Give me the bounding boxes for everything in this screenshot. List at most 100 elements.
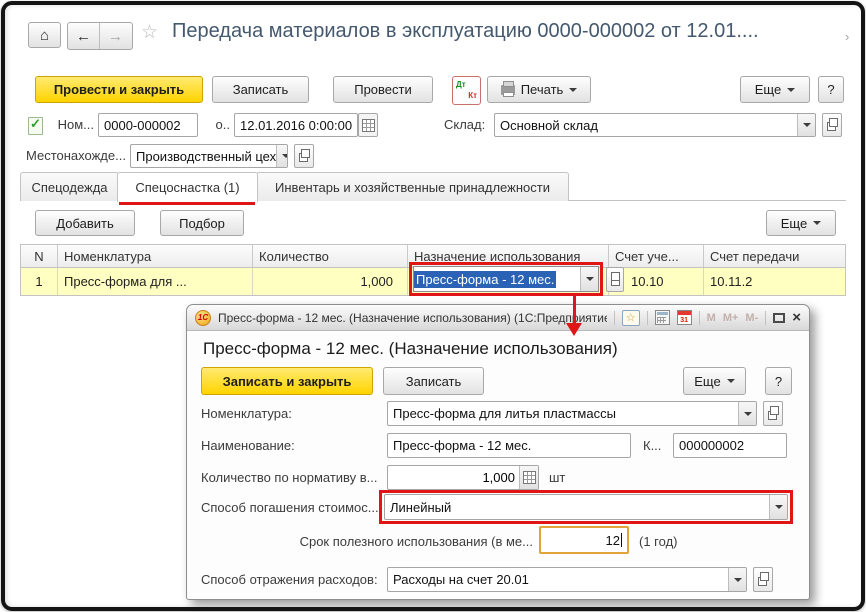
code-input[interactable]: 000000002 — [673, 433, 787, 458]
back-button[interactable]: ← — [68, 23, 99, 49]
annotation-arrow-head — [566, 323, 582, 336]
nomenclature-open-button[interactable] — [763, 401, 783, 426]
tab-spetsosnastka[interactable]: Спецоснастка (1) — [117, 172, 258, 202]
cell-nomenclature[interactable]: Пресс-форма для ... — [58, 268, 253, 295]
history-nav: ← → — [67, 22, 133, 50]
quantity-input[interactable]: 1,000 — [387, 465, 539, 490]
memory-minus-button[interactable]: M- — [745, 312, 758, 324]
chevron-down-icon — [775, 505, 783, 509]
location-open-button[interactable] — [294, 144, 314, 168]
favorites-icon[interactable]: ☆ — [622, 310, 640, 326]
tab-inventar[interactable]: Инвентарь и хозяйственные принадлежности — [256, 172, 569, 201]
help-label: ? — [827, 82, 834, 97]
memory-plus-button[interactable]: M+ — [723, 312, 739, 324]
cell-num[interactable]: 1 — [21, 268, 58, 295]
save-and-close-button[interactable]: Записать и закрыть — [201, 367, 373, 395]
quantity-unit: шт — [549, 465, 565, 490]
dropdown-button[interactable] — [738, 402, 756, 425]
printer-icon — [501, 85, 515, 95]
dialog-titlebar[interactable]: 1С Пресс-форма - 12 мес. (Назначение исп… — [187, 305, 809, 331]
pick-label: Подбор — [179, 216, 225, 231]
titlebar-divider — [614, 311, 615, 325]
dialog-save-button[interactable]: Записать — [383, 367, 484, 395]
tab-spetsodezhda[interactable]: Спецодежда — [20, 172, 119, 201]
dt-kt-button[interactable]: Дт Кт — [452, 76, 481, 105]
code-label: К... — [643, 433, 661, 458]
purpose-cell-editor[interactable]: Пресс-форма - 12 мес. — [413, 266, 599, 292]
more-label: Еще — [781, 216, 807, 231]
save-and-close-label: Записать и закрыть — [223, 374, 352, 389]
help-label: ? — [775, 374, 782, 389]
date-label: о.. — [210, 113, 230, 137]
maximize-button[interactable] — [773, 313, 785, 323]
nomenclature-combo[interactable]: Пресс-форма для литья пластмассы — [387, 401, 757, 426]
lifetime-input[interactable]: 12 — [539, 526, 629, 554]
expense-open-button[interactable] — [753, 567, 773, 592]
title-overflow-chevron[interactable]: › — [845, 29, 849, 44]
amortization-combo[interactable]: Линейный — [384, 494, 788, 520]
annotation-arrow-line — [573, 295, 576, 325]
dialog-more-button[interactable]: Еще — [683, 367, 746, 395]
cell-quantity[interactable]: 1,000 — [253, 268, 408, 295]
forward-button[interactable]: → — [99, 23, 131, 49]
number-label: Ном... — [50, 113, 94, 137]
warehouse-open-button[interactable] — [822, 113, 842, 137]
lifetime-value: 12 — [606, 533, 620, 548]
location-label: Местонахожде... — [26, 144, 126, 168]
print-button[interactable]: Печать — [487, 76, 591, 103]
write-button[interactable]: Записать — [212, 76, 309, 103]
calendar-icon[interactable]: 31 — [677, 310, 692, 325]
location-combo[interactable]: Производственный цех — [130, 144, 288, 168]
expense-combo[interactable]: Расходы на счет 20.01 — [387, 567, 747, 592]
chevron-down-icon — [734, 578, 742, 582]
column-header-num[interactable]: N — [21, 245, 58, 267]
pick-button[interactable]: Подбор — [160, 210, 244, 236]
tab-label: Спецодежда — [31, 180, 107, 195]
save-label: Записать — [406, 374, 462, 389]
warehouse-combo[interactable]: Основной склад — [494, 113, 816, 137]
app-window: ⌂ ← → ☆ Передача материалов в эксплуатац… — [0, 0, 866, 612]
chevron-down-icon — [586, 277, 594, 281]
column-header-transfer-account[interactable]: Счет передачи — [704, 245, 845, 267]
column-header-nomenclature[interactable]: Номенклатура — [58, 245, 253, 267]
table-more-button[interactable]: Еще — [766, 210, 836, 236]
amortization-label: Способ погашения стоимос... — [201, 495, 379, 520]
cell-transfer-account[interactable]: 10.11.2 — [704, 268, 845, 295]
chevron-down-icon — [744, 412, 752, 416]
forward-icon: → — [108, 28, 123, 45]
dropdown-button[interactable] — [580, 267, 598, 291]
credit-icon: Кт — [468, 92, 477, 100]
date-input[interactable]: 12.01.2016 0:00:00 — [234, 113, 358, 137]
number-input[interactable]: 0000-000002 — [98, 113, 198, 137]
more-button[interactable]: Еще — [740, 76, 810, 103]
purpose-open-button[interactable] — [606, 267, 624, 292]
dropdown-button[interactable] — [769, 495, 787, 519]
calculator-icon[interactable] — [655, 310, 670, 325]
name-input[interactable]: Пресс-форма - 12 мес. — [387, 433, 631, 458]
chevron-down-icon — [803, 123, 811, 127]
dialog-help-button[interactable]: ? — [765, 367, 792, 395]
add-row-button[interactable]: Добавить — [35, 210, 135, 236]
help-button[interactable]: ? — [818, 76, 844, 103]
calculator-button[interactable] — [519, 466, 538, 489]
chevron-down-icon — [282, 154, 288, 158]
chevron-down-icon — [813, 221, 821, 225]
lifetime-hint: (1 год) — [639, 529, 678, 554]
post-button[interactable]: Провести — [333, 76, 433, 103]
calendar-picker-button[interactable] — [358, 113, 378, 137]
favorite-star-icon[interactable]: ☆ — [141, 23, 158, 42]
close-button[interactable]: × — [792, 310, 801, 325]
dropdown-button[interactable] — [797, 114, 815, 136]
nomenclature-label: Номенклатура: — [201, 401, 292, 426]
column-header-quantity[interactable]: Количество — [253, 245, 408, 267]
quantity-label: Количество по нормативу в... — [201, 465, 378, 490]
tab-label: Спецоснастка (1) — [135, 180, 239, 195]
dropdown-button[interactable] — [276, 145, 288, 167]
post-and-close-button[interactable]: Провести и закрыть — [35, 76, 203, 103]
column-header-account[interactable]: Счет уче... — [609, 245, 704, 267]
home-button[interactable]: ⌂ — [28, 22, 61, 48]
dropdown-button[interactable] — [728, 568, 746, 591]
memory-button[interactable]: M — [707, 312, 716, 324]
chevron-down-icon — [569, 88, 577, 92]
tab-label: Инвентарь и хозяйственные принадлежности — [275, 180, 550, 195]
